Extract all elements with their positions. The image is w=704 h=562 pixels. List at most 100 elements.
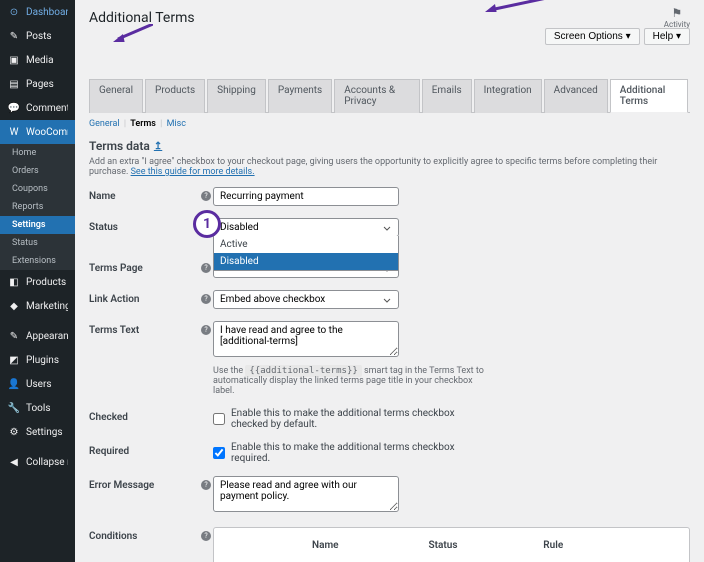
- required-checkbox[interactable]: [213, 447, 225, 459]
- terms-form: Name ? Status 1 Disabled: [89, 187, 690, 562]
- tab-accounts[interactable]: Accounts & Privacy: [334, 79, 420, 113]
- smart-tag-hint: Use the {{additional-terms}} smart tag i…: [213, 366, 493, 396]
- tab-shipping[interactable]: Shipping: [207, 79, 266, 113]
- settings-icon: ⚙: [7, 425, 21, 439]
- woocommerce-submenu: Home Orders Coupons Reports Settings Sta…: [0, 144, 75, 270]
- submenu-coupons[interactable]: Coupons: [0, 180, 75, 198]
- submenu-home[interactable]: Home: [0, 144, 75, 162]
- required-description: Enable this to make the additional terms…: [231, 442, 493, 464]
- subtab-terms[interactable]: Terms: [130, 119, 156, 129]
- tab-additional-terms[interactable]: Additional Terms: [610, 79, 688, 113]
- sidebar-item-woocommerce[interactable]: W WooCommerce: [0, 120, 75, 144]
- sidebar-item-label: Appearance: [26, 331, 68, 342]
- submenu-orders[interactable]: Orders: [0, 162, 75, 180]
- tab-products[interactable]: Products: [145, 79, 205, 113]
- name-input[interactable]: [213, 187, 399, 206]
- error-message-label: Error Message: [89, 476, 199, 491]
- link-action-select[interactable]: Embed above checkbox: [213, 290, 399, 309]
- separator: |: [122, 119, 128, 129]
- terms-text-input[interactable]: I have read and agree to the [additional…: [213, 321, 399, 357]
- sidebar-item-label: Marketing: [26, 301, 68, 312]
- help-tooltip-icon[interactable]: ?: [201, 531, 211, 541]
- sidebar-item-posts[interactable]: ✎ Posts: [0, 24, 75, 48]
- name-label: Name: [89, 187, 199, 202]
- help-tooltip-icon[interactable]: ?: [201, 294, 211, 304]
- section-title-text: Terms data: [89, 139, 150, 153]
- sidebar-item-label: Pages: [26, 79, 54, 90]
- main-content: Additional Terms ⚑ Activity Screen Optio…: [75, 0, 704, 562]
- sidebar-item-tools[interactable]: 🔧 Tools: [0, 396, 75, 420]
- tab-advanced[interactable]: Advanced: [544, 79, 608, 113]
- help-tooltip-icon[interactable]: ?: [201, 325, 211, 335]
- checked-description: Enable this to make the additional terms…: [231, 408, 493, 430]
- flag-icon: ⚑: [672, 6, 683, 20]
- conditions-panel: Name Status Rule You can add multiple ru…: [213, 527, 690, 562]
- sidebar-item-settings[interactable]: ⚙ Settings: [0, 420, 75, 444]
- subtab-general[interactable]: General: [89, 119, 120, 129]
- conditions-col-rule: Rule: [543, 540, 681, 551]
- status-dropdown: Active Disabled: [213, 236, 399, 271]
- annotation-arrow: [485, 0, 575, 12]
- sidebar-item-label: Media: [26, 55, 54, 66]
- collapse-icon: ◀: [7, 455, 21, 469]
- section-title: Terms data ↥: [89, 135, 690, 155]
- dashboard-icon: ⊙: [7, 5, 21, 19]
- sidebar-item-label: Settings: [26, 427, 63, 438]
- sidebar-item-appearance[interactable]: ✎ Appearance: [0, 324, 75, 348]
- sidebar-item-products[interactable]: ◧ Products: [0, 270, 75, 294]
- status-option-active[interactable]: Active: [214, 236, 398, 253]
- media-icon: ▣: [7, 53, 21, 67]
- submenu-settings[interactable]: Settings: [0, 216, 75, 234]
- tab-integration[interactable]: Integration: [474, 79, 542, 113]
- separator: |: [158, 119, 164, 129]
- posts-icon: ✎: [7, 29, 21, 43]
- tab-general[interactable]: General: [89, 79, 143, 113]
- terms-page-label: Terms Page: [89, 259, 199, 274]
- marketing-icon: ◆: [7, 299, 21, 313]
- help-tooltip-icon[interactable]: ?: [201, 263, 211, 273]
- status-select[interactable]: Disabled: [213, 218, 399, 237]
- terms-text-label: Terms Text: [89, 321, 199, 336]
- plugins-icon: ◩: [7, 353, 21, 367]
- help-button[interactable]: Help ▾: [644, 28, 690, 45]
- sidebar-item-dashboard[interactable]: ⊙ Dashboard: [0, 0, 75, 24]
- sidebar-item-label: WooCommerce: [26, 127, 68, 138]
- settings-tabs: General Products Shipping Payments Accou…: [89, 79, 690, 113]
- sidebar-item-label: Dashboard: [26, 7, 68, 18]
- submenu-extensions[interactable]: Extensions: [0, 252, 75, 270]
- help-tooltip-icon[interactable]: ?: [201, 480, 211, 490]
- sidebar-item-marketing[interactable]: ◆ Marketing: [0, 294, 75, 318]
- tab-payments[interactable]: Payments: [268, 79, 332, 113]
- help-tooltip-icon[interactable]: ?: [201, 191, 211, 201]
- error-message-input[interactable]: Please read and agree with our payment p…: [213, 476, 399, 512]
- link-action-label: Link Action: [89, 290, 199, 305]
- tab-emails[interactable]: Emails: [422, 79, 472, 113]
- guide-link[interactable]: See this guide for more details.: [131, 167, 255, 177]
- status-option-disabled[interactable]: Disabled: [214, 253, 398, 270]
- sidebar-item-label: Users: [26, 379, 52, 390]
- annotation-arrow: [113, 24, 153, 42]
- sidebar-item-label: Posts: [26, 31, 52, 42]
- collapse-menu[interactable]: ◀ Collapse menu: [0, 450, 75, 474]
- conditions-col-status: Status: [429, 540, 544, 551]
- sidebar-item-comments[interactable]: 💬 Comments: [0, 96, 75, 120]
- back-to-list-link[interactable]: ↥: [154, 141, 162, 152]
- submenu-reports[interactable]: Reports: [0, 198, 75, 216]
- users-icon: 👤: [7, 377, 21, 391]
- activity-button[interactable]: ⚑ Activity: [664, 6, 690, 29]
- screen-options-button[interactable]: Screen Options ▾: [545, 28, 640, 45]
- admin-sidebar: ⊙ Dashboard ✎ Posts ▣ Media ▤ Pages 💬 Co…: [0, 0, 75, 562]
- conditions-label: Conditions: [89, 527, 199, 542]
- required-label: Required: [89, 442, 199, 457]
- sidebar-item-media[interactable]: ▣ Media: [0, 48, 75, 72]
- sidebar-item-users[interactable]: 👤 Users: [0, 372, 75, 396]
- tools-icon: 🔧: [7, 401, 21, 415]
- subtab-misc[interactable]: Misc: [167, 119, 186, 129]
- sidebar-item-label: Plugins: [26, 355, 59, 366]
- appearance-icon: ✎: [7, 329, 21, 343]
- submenu-status[interactable]: Status: [0, 234, 75, 252]
- annotation-1: 1: [193, 210, 221, 238]
- sidebar-item-pages[interactable]: ▤ Pages: [0, 72, 75, 96]
- sidebar-item-plugins[interactable]: ◩ Plugins: [0, 348, 75, 372]
- checked-checkbox[interactable]: [213, 413, 225, 425]
